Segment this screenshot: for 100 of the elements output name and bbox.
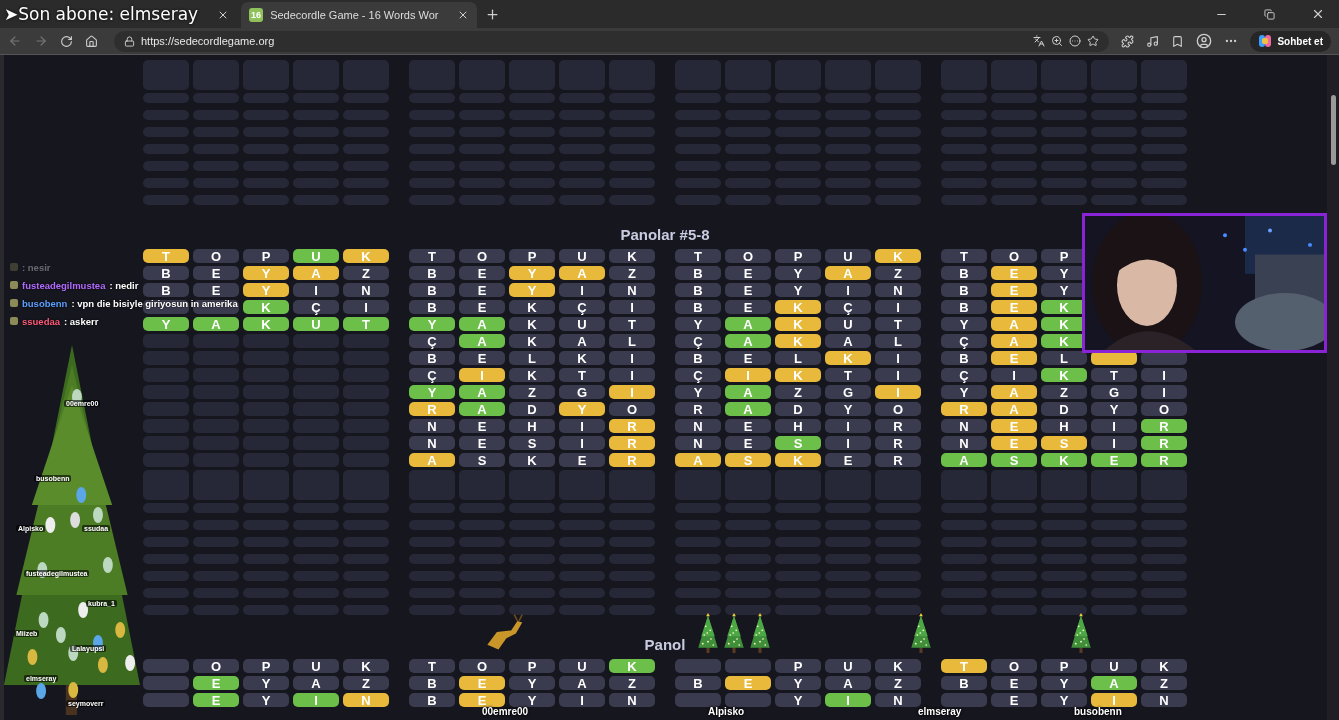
translate-icon[interactable] <box>1033 35 1046 47</box>
empty-tile <box>459 554 505 564</box>
profile-icon[interactable] <box>1196 33 1213 49</box>
bookmark-icon[interactable] <box>1171 34 1185 48</box>
empty-tile <box>825 178 871 188</box>
letter-tile: A <box>559 266 605 280</box>
letter-tile: Ç <box>675 334 721 348</box>
letter-tile: T <box>143 249 189 263</box>
letter-tile: N <box>409 419 455 433</box>
close-icon[interactable] <box>1311 7 1325 21</box>
empty-tile <box>609 127 655 137</box>
letter-tile: E <box>991 351 1037 365</box>
empty-tile <box>775 110 821 120</box>
more-icon[interactable] <box>1069 35 1082 47</box>
empty-tile <box>609 470 655 500</box>
empty-tile <box>143 588 189 598</box>
letter-tile: K <box>609 249 655 263</box>
empty-tile <box>1041 93 1087 103</box>
music-icon[interactable] <box>1146 34 1160 48</box>
empty-tile <box>409 93 455 103</box>
letter-tile: B <box>409 300 455 314</box>
letter-tile: O <box>459 659 505 673</box>
empty-tile <box>409 605 455 615</box>
empty-tile <box>409 554 455 564</box>
letter-tile: I <box>825 419 871 433</box>
empty-tile <box>675 588 721 598</box>
letter-tile: Z <box>875 676 921 690</box>
letter-tile: E <box>725 676 771 690</box>
forward-icon[interactable] <box>34 34 48 48</box>
empty-tile <box>143 334 189 348</box>
empty-tile <box>243 402 289 416</box>
empty-tile <box>775 93 821 103</box>
letter-tile: B <box>675 266 721 280</box>
letter-tile: Y <box>941 385 987 399</box>
new-tab-icon[interactable] <box>485 6 501 22</box>
puzzle-icon[interactable] <box>1121 34 1135 48</box>
scrollbar[interactable] <box>1327 55 1339 720</box>
empty-tile <box>1091 554 1137 564</box>
empty-tile <box>293 520 339 530</box>
zoom-icon[interactable] <box>1051 35 1064 47</box>
empty-tile <box>1141 503 1187 513</box>
empty-tile <box>343 110 389 120</box>
empty-tile <box>243 605 289 615</box>
letter-tile: Ç <box>559 300 605 314</box>
empty-tile <box>193 554 239 564</box>
empty-tile <box>1091 571 1137 581</box>
home-icon[interactable] <box>85 34 98 48</box>
empty-tile <box>409 195 455 205</box>
letter-tile: Z <box>875 266 921 280</box>
empty-tile <box>293 571 339 581</box>
browser-tab[interactable]: 16 Sedecordle Game - 16 Words Wor <box>241 2 478 28</box>
letter-tile: P <box>509 659 555 673</box>
star-icon[interactable] <box>1087 35 1100 47</box>
empty-tile <box>243 453 289 467</box>
empty-tile <box>675 178 721 188</box>
letter-tile: Y <box>143 317 189 331</box>
empty-tile <box>559 571 605 581</box>
empty-tile <box>193 402 239 416</box>
empty-tile <box>509 195 555 205</box>
empty-tile <box>825 520 871 530</box>
empty-tile <box>459 605 505 615</box>
empty-tile <box>193 110 239 120</box>
empty-tile <box>941 470 987 500</box>
letter-tile: S <box>991 453 1037 467</box>
letter-tile: P <box>775 249 821 263</box>
letter-tile: G <box>559 385 605 399</box>
letter-tile: E <box>559 453 605 467</box>
letter-tile: T <box>941 659 987 673</box>
letter-tile: G <box>825 385 871 399</box>
empty-tile <box>343 537 389 547</box>
back-icon[interactable] <box>8 34 22 48</box>
empty-tile <box>509 161 555 171</box>
empty-tile <box>991 93 1037 103</box>
empty-tile <box>725 605 771 615</box>
letter-tile: Y <box>559 402 605 416</box>
letter-tile: I <box>991 368 1037 382</box>
letter-tile: K <box>1141 659 1187 673</box>
address-field[interactable]: https://sedecordlegame.org <box>114 30 1110 52</box>
letter-tile: I <box>825 693 871 707</box>
letter-tile: Y <box>675 317 721 331</box>
empty-tile <box>509 503 555 513</box>
restore-icon[interactable] <box>1264 8 1275 20</box>
empty-tile <box>243 93 289 103</box>
chat-button[interactable]: Sohbet et <box>1250 30 1331 52</box>
empty-tile <box>875 470 921 500</box>
letter-tile: E <box>725 419 771 433</box>
empty-tile <box>293 351 339 365</box>
empty-tile <box>725 537 771 547</box>
empty-tile <box>243 144 289 154</box>
empty-tile <box>343 402 389 416</box>
letter-tile: I <box>609 368 655 382</box>
empty-tile <box>775 60 821 90</box>
empty-tile <box>675 144 721 154</box>
letter-tile: I <box>1141 385 1187 399</box>
empty-tile <box>243 588 289 598</box>
empty-tile <box>825 470 871 500</box>
letter-tile: E <box>725 351 771 365</box>
reload-icon[interactable] <box>60 34 73 48</box>
empty-tile <box>875 195 921 205</box>
letter-tile: B <box>941 300 987 314</box>
